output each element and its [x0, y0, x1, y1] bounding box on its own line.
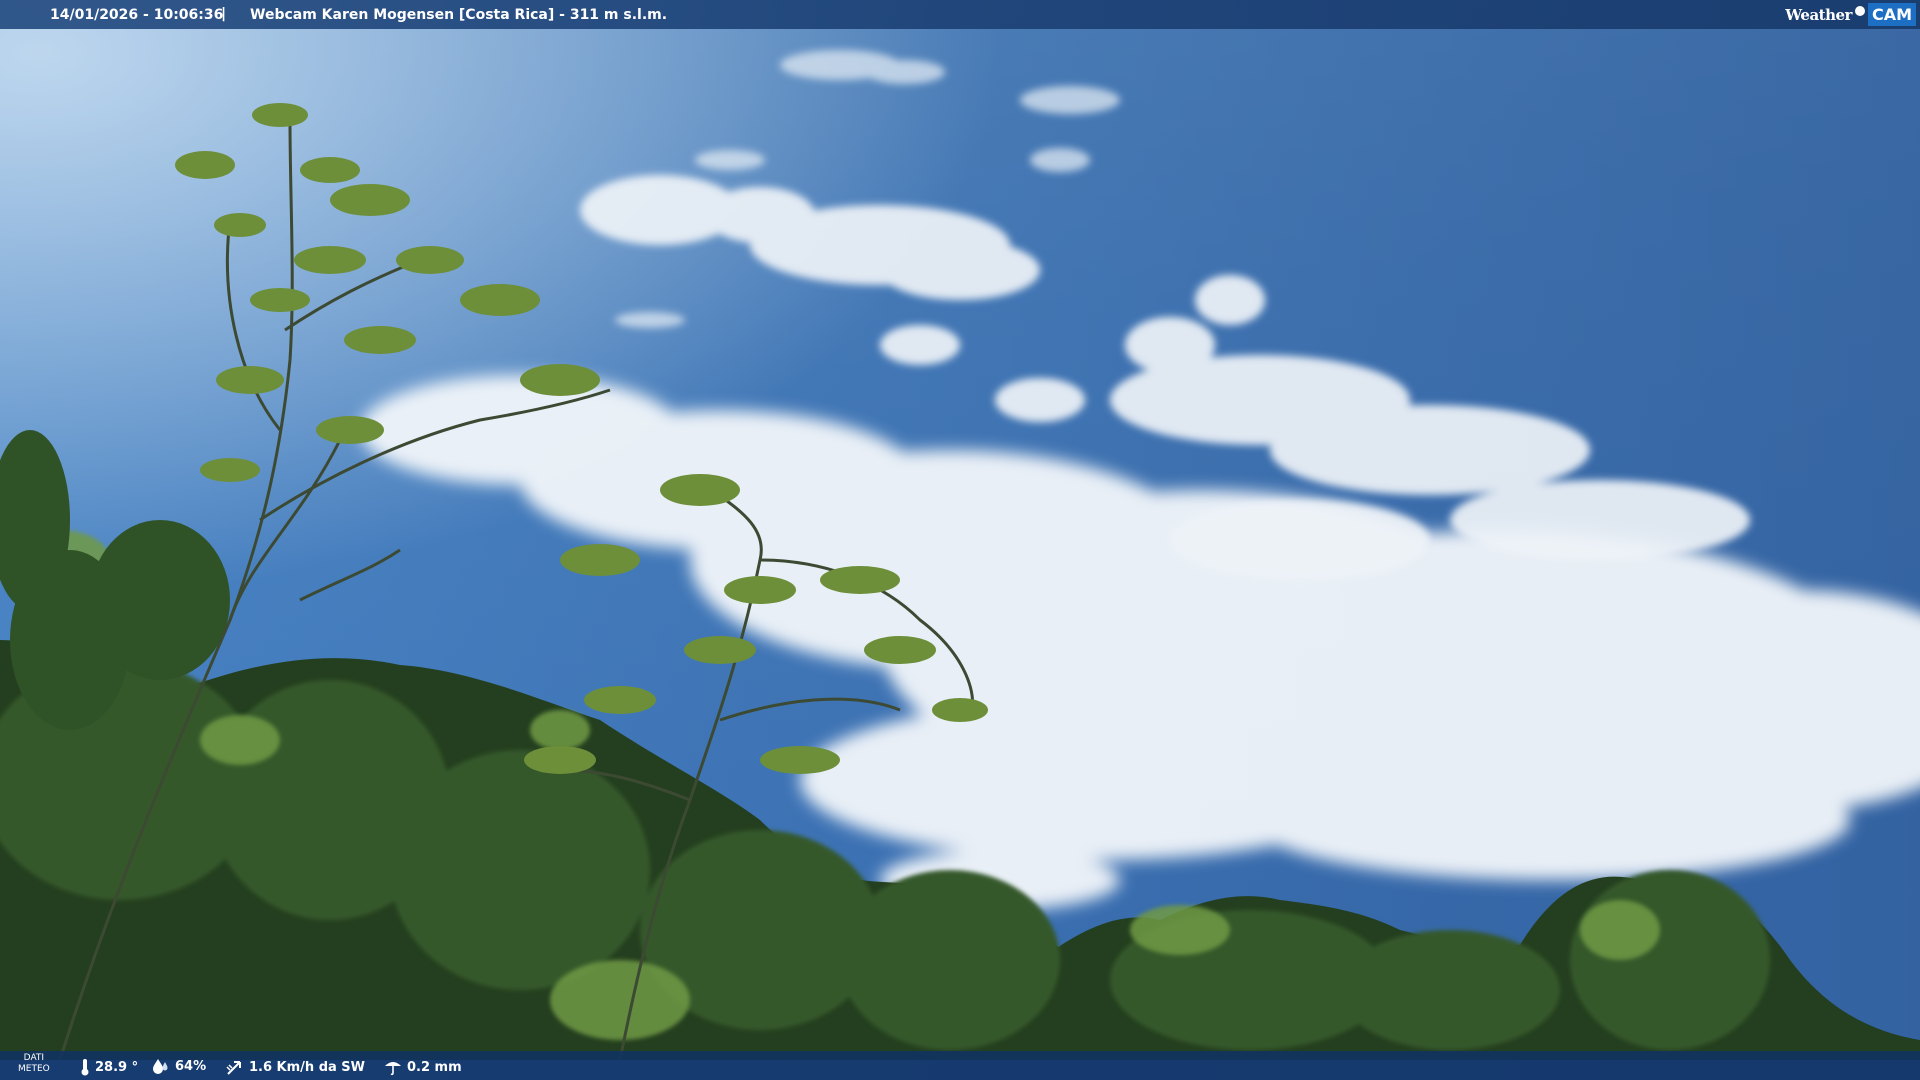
- top-overlay-bar: 14/01/2026 - 10:06:36 | Webcam Karen Mog…: [0, 0, 1920, 29]
- humidity-icon: [153, 1059, 168, 1074]
- wind-icon: [226, 1061, 241, 1075]
- logo-dot-icon: [1854, 5, 1865, 16]
- timestamp: 14/01/2026 - 10:06:36: [50, 7, 224, 23]
- weathercam-logo: Weather CAM: [1777, 0, 1920, 29]
- thermometer-icon: [81, 1059, 89, 1076]
- meteo-label-line1: DATI: [23, 1053, 45, 1063]
- rain-value: 0.2 mm: [407, 1059, 462, 1075]
- webcam-scene: [0, 0, 1920, 1080]
- wind-readout: 1.6 Km/h da SW: [226, 1058, 365, 1076]
- temperature-value: 28.9 °: [95, 1059, 139, 1075]
- logo-cam-text: CAM: [1867, 3, 1916, 26]
- meteo-label: DATI METEO: [18, 1053, 50, 1075]
- logo-weather-text: Weather: [1785, 5, 1852, 24]
- camera-title: Webcam Karen Mogensen [Costa Rica] - 311…: [250, 7, 668, 23]
- temperature-readout: 28.9 °: [80, 1058, 138, 1076]
- rain-gauge-icon: [385, 1062, 401, 1076]
- wind-value: 1.6 Km/h da SW: [249, 1059, 366, 1075]
- meteo-data-bar: DATI METEO 28.9 ° 64% 1.6 Km/h da SW 0.2…: [0, 1051, 1920, 1080]
- humidity-readout: 64%: [152, 1058, 206, 1074]
- rain-readout: 0.2 mm: [384, 1058, 462, 1076]
- humidity-value: 64%: [175, 1058, 207, 1074]
- title-separator: |: [221, 6, 227, 22]
- meteo-label-line2: METEO: [18, 1064, 50, 1074]
